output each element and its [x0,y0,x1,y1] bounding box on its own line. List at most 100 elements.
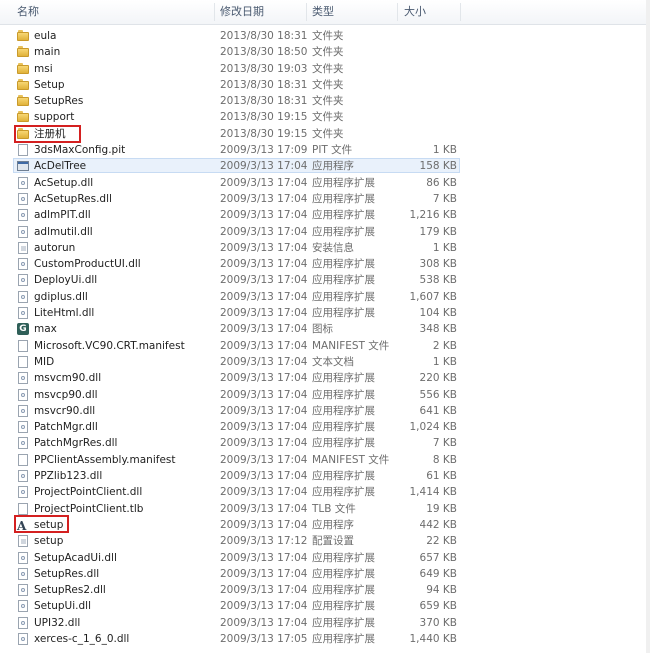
file-date: 2009/3/13 17:09 [220,144,308,157]
column-divider[interactable] [460,3,461,21]
column-header-name[interactable]: 名称 [17,0,39,24]
file-name: AcSetupRes.dll [34,192,112,205]
file-row[interactable]: eula 2013/8/30 18:31 文件夹 [0,28,650,44]
file-date: 2009/3/13 17:04 [220,355,308,368]
file-type: 配置设置 [312,535,354,548]
file-row[interactable]: SetupAcadUi.dll 2009/3/13 17:04 应用程序扩展 657 … [0,550,650,566]
file-name: MID [34,355,55,368]
file-row[interactable]: setup 2009/3/13 17:12 配置设置 22 KB [0,533,650,549]
file-row[interactable]: ProjectPointClient.tlb 2009/3/13 17:04 TLB… [0,501,650,517]
file-row[interactable]: support 2013/8/30 19:15 文件夹 [0,109,650,125]
file-size: 370 KB [419,616,457,629]
file-row[interactable]: PPZlib123.dll 2009/3/13 17:04 应用程序扩展 61 KB [0,468,650,484]
file-row[interactable]: Microsoft.VC90.CRT.manifest 2009/3/13 17:… [0,338,650,354]
column-header-date[interactable]: 修改日期 [220,0,264,24]
file-type: PIT 文件 [312,144,353,157]
file-size: 659 KB [419,600,457,613]
file-size: 348 KB [419,323,457,336]
file-row[interactable]: 注册机 2013/8/30 19:15 文件夹 [0,126,650,142]
file-row[interactable]: SetupUi.dll 2009/3/13 17:04 应用程序扩展 659 KB [0,598,650,614]
file-type: TLB 文件 [312,502,356,515]
file-name: adlmutil.dll [34,225,93,238]
file-row[interactable]: 3dsMaxConfig.pit 2009/3/13 17:09 PIT 文件 1 K… [0,142,650,158]
file-icon [17,144,29,157]
dll-icon [17,404,29,417]
file-row[interactable]: msvcm90.dll 2009/3/13 17:04 应用程序扩展 220 KB [0,370,650,386]
file-date: 2013/8/30 19:15 [220,127,308,140]
file-row[interactable]: msi 2013/8/30 19:03 文件夹 [0,61,650,77]
file-type: MANIFEST 文件 [312,453,390,466]
file-type: 文件夹 [312,30,344,42]
file-type: 应用程序扩展 [312,421,375,434]
file-date: 2009/3/13 17:04 [220,209,308,222]
dll-icon [17,388,29,401]
file-row[interactable]: PatchMgr.dll 2009/3/13 17:04 应用程序扩展 1,024 K… [0,419,650,435]
file-row[interactable]: Setup 2013/8/30 18:31 文件夹 [0,77,650,93]
column-header-size[interactable]: 大小 [404,0,426,24]
file-list: eula 2013/8/30 18:31 文件夹 main 2013/8/30 18:5… [0,28,650,647]
file-date: 2009/3/13 17:04 [220,372,308,385]
file-row[interactable]: autorun 2009/3/13 17:04 安装信息 1 KB [0,240,650,256]
file-row[interactable]: PatchMgrRes.dll 2009/3/13 17:04 应用程序扩展 7 KB [0,435,650,451]
exe-icon [17,160,29,172]
file-size: 308 KB [419,258,457,271]
inf-icon [17,535,29,548]
dll-icon [17,421,29,434]
file-name: xerces-c_1_6_0.dll [34,632,130,645]
file-type: MANIFEST 文件 [312,339,390,352]
scrollbar-edge[interactable] [646,0,650,653]
file-row[interactable]: PPClientAssembly.manifest 2009/3/13 17:04… [0,452,650,468]
file-type: 应用程序扩展 [312,600,375,613]
file-name: SetupUi.dll [34,600,92,613]
file-row[interactable]: msvcr90.dll 2009/3/13 17:04 应用程序扩展 641 KB [0,403,650,419]
file-date: 2013/8/30 18:31 [220,78,308,91]
file-type: 文件夹 [312,127,344,140]
column-divider[interactable] [397,3,398,21]
file-row[interactable]: AcSetupRes.dll 2009/3/13 17:04 应用程序扩展 7 KB [0,191,650,207]
file-name: LiteHtml.dll [34,307,95,320]
dll-icon [17,372,29,385]
dll-icon [17,616,29,629]
file-row[interactable]: MID 2009/3/13 17:04 文本文档 1 KB [0,354,650,370]
file-row[interactable]: gdiplus.dll 2009/3/13 17:04 应用程序扩展 1,607 KB [0,289,650,305]
column-divider[interactable] [306,3,307,21]
file-date: 2009/3/13 17:04 [220,421,308,434]
file-name: Setup [34,78,65,91]
file-row[interactable]: DeployUi.dll 2009/3/13 17:04 应用程序扩展 538 KB [0,272,650,288]
dll-icon [17,470,29,483]
file-row[interactable]: Asetup 2009/3/13 17:04 应用程序 442 KB [0,517,650,533]
file-date: 2009/3/13 17:04 [220,616,308,629]
file-type: 应用程序 [312,160,354,173]
dll-icon [17,600,29,613]
column-header-type[interactable]: 类型 [312,0,334,24]
file-row[interactable]: msvcp90.dll 2009/3/13 17:04 应用程序扩展 556 KB [0,387,650,403]
file-row[interactable]: UPI32.dll 2009/3/13 17:04 应用程序扩展 370 KB [0,615,650,631]
file-row[interactable]: main 2013/8/30 18:50 文件夹 [0,44,650,60]
file-row[interactable]: adlmutil.dll 2009/3/13 17:04 应用程序扩展 179 KB [0,224,650,240]
file-row[interactable]: AcDelTree 2009/3/13 17:04 应用程序 158 KB [0,158,650,174]
file-type: 文件夹 [312,111,344,124]
file-size: 1,024 KB [409,421,458,434]
file-row[interactable]: adlmPIT.dll 2009/3/13 17:04 应用程序扩展 1,216 KB [0,207,650,223]
folder-icon [17,78,29,91]
file-row[interactable]: Gmax 2009/3/13 17:04 图标 348 KB [0,321,650,337]
file-row[interactable]: SetupRes.dll 2009/3/13 17:04 应用程序扩展 649 KB [0,566,650,582]
file-date: 2009/3/13 17:04 [220,502,308,515]
file-type: 应用程序扩展 [312,437,375,450]
file-row[interactable]: SetupRes 2013/8/30 18:31 文件夹 [0,93,650,109]
file-row[interactable]: xerces-c_1_6_0.dll 2009/3/13 17:05 应用程序扩展 1… [0,631,650,647]
dll-icon [17,274,29,287]
file-size: 1,414 KB [409,486,458,499]
file-size: 179 KB [419,225,457,238]
file-type: 应用程序扩展 [312,209,375,222]
file-name: ProjectPointClient.dll [34,486,143,499]
file-row[interactable]: AcSetup.dll 2009/3/13 17:04 应用程序扩展 86 KB [0,175,650,191]
file-type: 文件夹 [312,62,344,75]
file-row[interactable]: LiteHtml.dll 2009/3/13 17:04 应用程序扩展 104 KB [0,305,650,321]
max-icon: G [17,323,29,336]
file-row[interactable]: ProjectPointClient.dll 2009/3/13 17:04 应用程… [0,484,650,500]
file-row[interactable]: SetupRes2.dll 2009/3/13 17:04 应用程序扩展 94 KB [0,582,650,598]
column-divider[interactable] [214,3,215,21]
file-name: CustomProductUI.dll [34,258,141,271]
file-row[interactable]: CustomProductUI.dll 2009/3/13 17:04 应用程序扩展… [0,256,650,272]
